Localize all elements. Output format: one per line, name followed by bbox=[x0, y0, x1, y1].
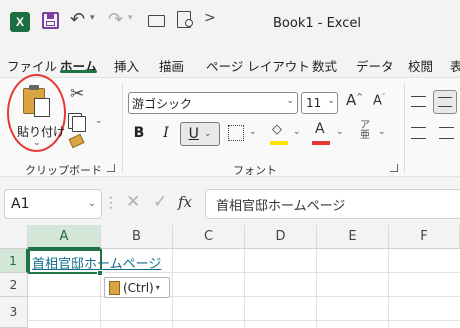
group-separator bbox=[122, 84, 123, 172]
phonetic-dropdown-icon[interactable]: ⌄ bbox=[378, 127, 386, 137]
row-header-1[interactable]: 1 bbox=[0, 249, 28, 273]
cell-a1-hyperlink[interactable]: 首相官邸ホームページ bbox=[32, 253, 161, 272]
undo-dropdown-icon[interactable]: ▾ bbox=[90, 13, 95, 23]
worksheet-grid: A B C D E F 1 2 3 首相官邸ホームページ (Ctrl) ▾ bbox=[0, 225, 460, 328]
column-header-b[interactable]: B bbox=[101, 225, 173, 249]
column-header-e[interactable]: E bbox=[317, 225, 389, 249]
redo-icon[interactable]: ↷ bbox=[108, 9, 123, 30]
clipboard-launcher-icon[interactable] bbox=[107, 164, 115, 172]
font-size-select[interactable]: 11 ⌄ bbox=[301, 92, 338, 114]
format-painter-icon[interactable] bbox=[68, 133, 85, 149]
grid-line bbox=[316, 249, 317, 328]
name-box[interactable]: A1 ⌄ bbox=[4, 189, 102, 219]
tab-review[interactable]: 校閲 bbox=[408, 56, 433, 75]
cut-icon[interactable]: ✂ bbox=[70, 84, 84, 104]
font-color-icon[interactable]: A bbox=[315, 121, 325, 137]
print-magnifier-icon bbox=[185, 19, 193, 27]
cancel-entry-icon[interactable]: ✕ bbox=[126, 192, 140, 212]
window-title: Book1 - Excel bbox=[273, 16, 362, 31]
insert-function-button[interactable]: fx bbox=[178, 193, 192, 211]
paste-dropdown-icon[interactable]: ⌄ bbox=[33, 138, 41, 148]
borders-dropdown-icon[interactable]: ⌄ bbox=[249, 127, 257, 137]
copy-icon-back bbox=[72, 116, 86, 132]
name-box-dropdown-icon: ⌄ bbox=[87, 198, 96, 209]
bold-button[interactable]: B bbox=[128, 122, 150, 144]
row-header-3[interactable]: 3 bbox=[0, 297, 28, 328]
tab-view[interactable]: 表 bbox=[450, 56, 460, 75]
font-name-dropdown-icon: ⌄ bbox=[286, 96, 294, 106]
font-size-value: 11 bbox=[306, 96, 322, 110]
increase-font-size-icon[interactable]: A^ bbox=[346, 91, 363, 109]
tab-formulas[interactable]: 数式 bbox=[312, 56, 337, 75]
row-header-2[interactable]: 2 bbox=[0, 273, 28, 297]
paste-options-clipboard-icon bbox=[109, 280, 120, 295]
copy-dropdown-icon[interactable]: ⌄ bbox=[95, 116, 103, 126]
font-color-dropdown-icon[interactable]: ⌄ bbox=[336, 127, 344, 137]
tab-data[interactable]: データ bbox=[356, 56, 394, 75]
underline-icon: U bbox=[188, 126, 199, 142]
paste-options-dropdown-icon: ▾ bbox=[155, 283, 160, 292]
font-launcher-icon[interactable] bbox=[390, 164, 398, 172]
group-separator bbox=[404, 84, 405, 172]
column-header-f[interactable]: F bbox=[389, 225, 460, 249]
column-header-a[interactable]: A bbox=[28, 225, 101, 249]
open-folder-icon[interactable] bbox=[148, 15, 165, 27]
paste-label: 貼り付け bbox=[17, 125, 66, 139]
grid-line bbox=[388, 249, 389, 328]
active-tab-indicator bbox=[60, 70, 97, 73]
align-middle-icon bbox=[438, 97, 452, 107]
paste-button[interactable]: 貼り付け ⌄ bbox=[12, 84, 66, 154]
name-box-value: A1 bbox=[11, 196, 30, 212]
qat-more-icon[interactable]: > bbox=[204, 10, 216, 26]
redo-dropdown-icon[interactable]: ▾ bbox=[128, 13, 133, 23]
tab-file[interactable]: ファイル bbox=[7, 56, 57, 75]
save-icon[interactable] bbox=[42, 12, 59, 29]
align-center-icon[interactable] bbox=[439, 127, 454, 139]
phonetic-guide-icon[interactable]: ア亜 bbox=[360, 121, 370, 141]
formula-divider-dots: · · · bbox=[109, 191, 113, 215]
font-size-dropdown-icon: ⌄ bbox=[327, 96, 335, 106]
borders-icon[interactable] bbox=[228, 125, 244, 141]
paste-clip-top bbox=[29, 85, 39, 90]
font-color-bar bbox=[312, 141, 330, 145]
underline-button[interactable]: U ⌄ bbox=[180, 122, 220, 146]
tab-draw[interactable]: 描画 bbox=[159, 56, 184, 75]
clipboard-group-label: クリップボード bbox=[25, 164, 102, 177]
paste-page-icon bbox=[34, 98, 50, 117]
underline-dropdown-icon: ⌄ bbox=[203, 129, 212, 139]
fill-color-bar bbox=[270, 141, 288, 145]
tab-insert[interactable]: 挿入 bbox=[114, 56, 139, 75]
title-bar: X ↶ ▾ ↷ ▾ > Book1 - Excel bbox=[0, 0, 460, 46]
confirm-entry-icon[interactable]: ✓ bbox=[153, 192, 167, 212]
grid-line bbox=[172, 249, 173, 328]
grid-line bbox=[244, 249, 245, 328]
formula-input[interactable]: 首相官邸ホームページ bbox=[205, 189, 460, 219]
font-name-value: 游ゴシック bbox=[132, 96, 193, 111]
formula-input-value: 首相官邸ホームページ bbox=[216, 198, 346, 214]
paste-options-button[interactable]: (Ctrl) ▾ bbox=[104, 277, 170, 298]
tab-page-layout[interactable]: ページ レイアウト bbox=[206, 56, 310, 75]
decrease-font-size-icon[interactable]: Aˇ bbox=[373, 93, 385, 108]
fill-color-icon[interactable]: ◇ bbox=[272, 122, 282, 137]
paste-options-label: (Ctrl) bbox=[123, 280, 154, 295]
column-header-c[interactable]: C bbox=[173, 225, 245, 249]
ribbon: 貼り付け ⌄ ✂ ⌄ クリップボード 游ゴシック ⌄ 11 ⌄ A^ Aˇ B … bbox=[0, 74, 460, 177]
undo-icon[interactable]: ↶ bbox=[70, 9, 85, 30]
excel-logo-icon: X bbox=[10, 12, 30, 32]
font-group-label: フォント bbox=[233, 164, 277, 177]
formula-bar: A1 ⌄ · · · ✕ ✓ fx 首相官邸ホームページ bbox=[0, 185, 460, 225]
align-top-icon[interactable] bbox=[411, 96, 426, 107]
italic-button[interactable]: I bbox=[155, 122, 177, 144]
select-all-corner[interactable] bbox=[0, 225, 28, 249]
align-left-icon[interactable] bbox=[411, 127, 426, 139]
font-name-select[interactable]: 游ゴシック ⌄ bbox=[128, 92, 298, 114]
fill-color-dropdown-icon[interactable]: ⌄ bbox=[293, 127, 301, 137]
column-header-d[interactable]: D bbox=[245, 225, 317, 249]
